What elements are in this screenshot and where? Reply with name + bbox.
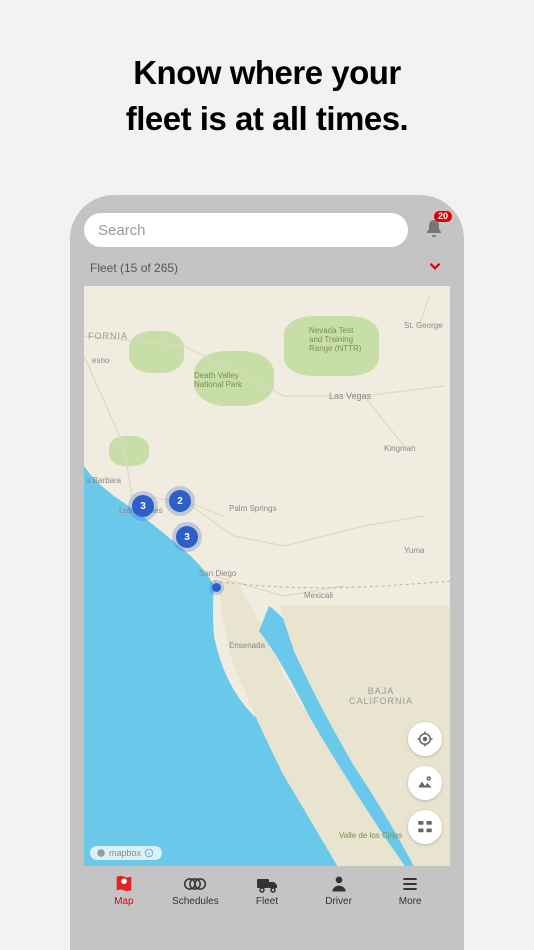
vehicle-filter-button[interactable] [408,810,442,844]
nav-label-map: Map [114,896,133,907]
person-icon [329,874,349,894]
map-label-las-vegas: Las Vegas [329,391,371,401]
trucks-grid-icon [416,818,434,836]
map-cluster-marker[interactable]: 2 [169,490,191,512]
map-label-valle: Valle de los Cirios [339,831,402,840]
nav-label-schedules: Schedules [172,896,219,907]
map-pin-icon [113,873,135,895]
map-label-barbara: a Barbara [86,476,121,485]
nav-tab-more[interactable]: More [380,874,440,907]
map-label-baja: BAJA CALIFORNIA [349,686,413,706]
nav-tab-driver[interactable]: Driver [309,874,369,907]
map-attribution[interactable]: mapbox [90,846,162,860]
nav-tab-map[interactable]: Map [94,874,154,907]
truck-icon [255,874,279,894]
nav-label-fleet: Fleet [256,896,278,907]
map-label-st-george: St. George [404,321,443,330]
map-cluster-marker[interactable]: 3 [132,495,154,517]
map-label-yuma: Yuma [404,546,424,555]
headline-line-1: Know where your [0,50,534,96]
map-view[interactable]: FORNIA esno St. George Nevada Test and T… [84,286,450,866]
nav-tab-fleet[interactable]: Fleet [237,874,297,907]
notification-count-badge: 20 [434,211,452,222]
search-input[interactable]: Search [84,213,408,247]
top-bar: Search 20 [84,209,450,247]
terrain-icon [416,774,434,792]
bottom-nav-bar: Map Schedules Fleet [84,866,450,907]
map-label-san-diego: San Diego [199,569,236,578]
map-layers-button[interactable] [408,766,442,800]
map-label-california: FORNIA [88,331,128,341]
phone-frame: Search 20 Fleet (15 of 265) [70,195,464,950]
map-attribution-text: mapbox [109,848,141,858]
nav-label-driver: Driver [325,896,352,907]
map-label-kingman: Kingman [384,444,416,453]
map-label-ensenada: Ensenada [229,641,265,650]
map-label-nevada-test: Nevada Test and Training Range (NTTR) [309,326,361,353]
ocean-shape [84,286,450,866]
map-label-death-valley: Death Valley National Park [194,371,242,389]
fleet-status-row[interactable]: Fleet (15 of 265) [84,247,450,284]
crosshair-icon [416,730,434,748]
nav-label-more: More [399,896,422,907]
chevron-down-icon [426,257,444,278]
clock-group-icon [183,874,207,894]
fleet-status-text: Fleet (15 of 265) [90,261,178,275]
map-label-fresno: esno [92,356,109,365]
map-label-mexicali: Mexicali [304,591,333,600]
menu-icon [400,874,420,894]
map-cluster-marker[interactable]: 3 [176,526,198,548]
map-vehicle-marker[interactable] [212,583,221,592]
headline-line-2: fleet is at all times. [0,96,534,142]
info-icon [144,848,154,858]
notifications-button[interactable]: 20 [418,214,450,246]
mapbox-logo-icon [96,848,106,858]
promo-headline: Know where your fleet is at all times. [0,0,534,142]
search-placeholder: Search [98,222,146,239]
nav-tab-schedules[interactable]: Schedules [165,874,225,907]
map-label-palm-springs: Palm Springs [229,504,277,513]
locate-me-button[interactable] [408,722,442,756]
